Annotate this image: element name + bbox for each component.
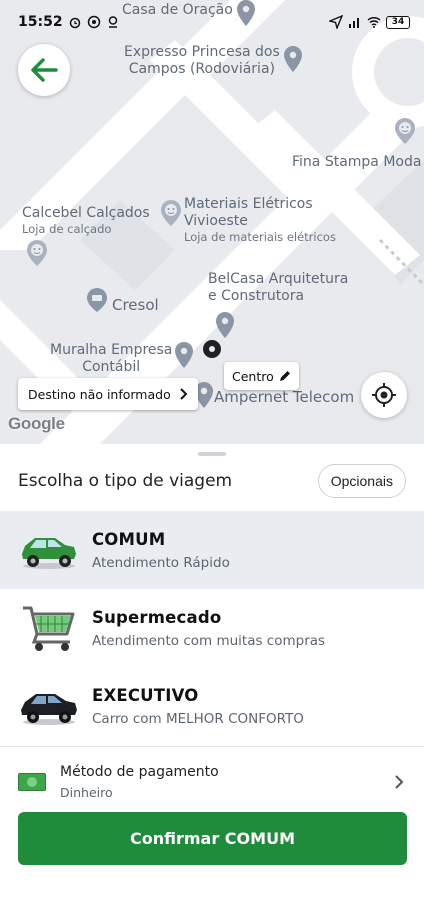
back-button[interactable] bbox=[18, 44, 70, 96]
poi-belcasa[interactable]: BelCasa Arquitetura e Construtora bbox=[208, 271, 348, 305]
poi-materiais-name: Materiais Elétricos Vivioeste bbox=[184, 196, 313, 229]
poi-casa-oracao[interactable]: Casa de Oração bbox=[122, 2, 233, 19]
location-status-icon bbox=[108, 16, 117, 28]
shop-pin-icon bbox=[395, 118, 415, 144]
payment-method-row[interactable]: Método de pagamento Dinheiro bbox=[0, 754, 424, 810]
pencil-icon bbox=[279, 371, 290, 381]
trip-name: Supermecado bbox=[92, 607, 222, 627]
sheet-title: Escolha o tipo de viagem bbox=[18, 471, 233, 491]
google-logo: Google bbox=[8, 414, 65, 433]
crosshair-icon bbox=[372, 383, 396, 407]
trip-name: COMUM bbox=[92, 529, 166, 549]
trip-name: EXECUTIVO bbox=[92, 685, 199, 705]
poi-calcebel-category: Loja de calçado bbox=[22, 222, 112, 236]
shop-pin-icon bbox=[27, 240, 47, 266]
shop-pin-icon bbox=[161, 200, 181, 226]
signal-icon bbox=[349, 18, 359, 28]
trip-option-comum[interactable]: COMUM Atendimento Rápido bbox=[0, 511, 424, 589]
destination-bubble[interactable]: Destino não informado bbox=[18, 378, 198, 410]
poi-ampernet[interactable]: Ampernet Telecom bbox=[214, 389, 354, 406]
poi-cresol[interactable]: Cresol bbox=[112, 297, 159, 314]
confirm-trip-button[interactable]: Confirmar COMUM bbox=[18, 812, 407, 865]
sheet-header: Escolha o tipo de viagem Opcionais bbox=[0, 462, 424, 500]
drag-handle[interactable] bbox=[198, 452, 226, 456]
optionals-button[interactable]: Opcionais bbox=[317, 464, 406, 498]
trip-description: Atendimento com muitas compras bbox=[92, 632, 326, 649]
poi-materiais-category: Loja de materiais elétricos bbox=[184, 230, 336, 244]
black-car-icon bbox=[18, 675, 80, 737]
status-time: 15:52 bbox=[18, 14, 63, 30]
payment-method-value: Dinheiro bbox=[60, 785, 113, 800]
trip-option-supermecado[interactable]: Supermecado Atendimento com muitas compr… bbox=[0, 589, 424, 667]
bus-station-pin-icon bbox=[284, 46, 302, 72]
back-arrow-icon bbox=[31, 58, 58, 82]
poi-muralha[interactable]: Muralha Empresa Contábil bbox=[50, 342, 172, 376]
cash-icon bbox=[18, 773, 46, 791]
poi-pin-icon bbox=[237, 0, 255, 26]
trip-description: Carro com MELHOR CONFORTO bbox=[92, 710, 304, 727]
poi-calcebel-name: Calcebel Calçados bbox=[22, 205, 150, 221]
destination-label: Destino não informado bbox=[28, 386, 171, 402]
trip-description: Atendimento Rápido bbox=[92, 554, 230, 571]
battery-indicator: 34 bbox=[386, 15, 410, 29]
green-car-icon bbox=[18, 519, 80, 581]
bank-pin-icon bbox=[87, 288, 107, 312]
trip-option-executivo[interactable]: EXECUTIVO Carro com MELHOR CONFORTO bbox=[0, 667, 424, 745]
poi-calcebel[interactable]: Calcebel Calçados Loja de calçado bbox=[22, 205, 150, 236]
navigation-icon bbox=[329, 15, 343, 29]
poi-fina-stampa[interactable]: Fina Stampa Moda bbox=[292, 154, 421, 171]
poi-expresso[interactable]: Expresso Princesa dos Campos (Rodoviária… bbox=[124, 44, 280, 78]
alarm-icon bbox=[69, 17, 80, 29]
my-location-button[interactable] bbox=[361, 372, 407, 418]
trip-selection-sheet: Escolha o tipo de viagem Opcionais COMUM… bbox=[0, 444, 424, 900]
poi-pin-icon bbox=[175, 342, 193, 368]
origin-marker[interactable] bbox=[203, 340, 221, 358]
divider bbox=[0, 746, 424, 747]
whatsapp-icon bbox=[87, 15, 100, 29]
chevron-right-icon bbox=[395, 775, 404, 789]
trip-type-list: COMUM Atendimento Rápido Supermecado Ate… bbox=[0, 511, 424, 745]
wifi-icon bbox=[367, 16, 381, 28]
origin-label: Centro bbox=[232, 368, 274, 384]
payment-method-label: Método de pagamento bbox=[60, 764, 219, 780]
origin-label-bubble[interactable]: Centro bbox=[224, 362, 299, 390]
poi-materiais[interactable]: Materiais Elétricos Vivioeste Loja de ma… bbox=[184, 196, 336, 244]
chevron-right-icon bbox=[180, 388, 188, 400]
shopping-cart-icon bbox=[18, 597, 80, 659]
poi-pin-icon bbox=[216, 312, 234, 338]
map-view[interactable]: 15:52 34 Casa de Oração Expresso Princes… bbox=[0, 0, 424, 444]
